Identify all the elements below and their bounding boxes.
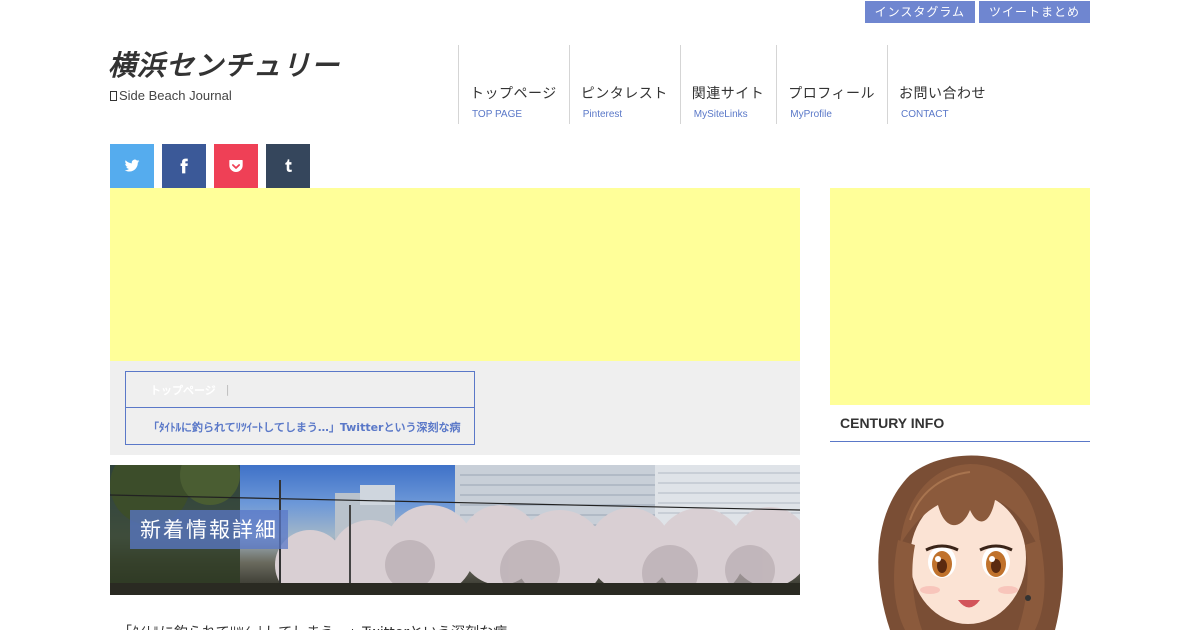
instagram-link[interactable]: インスタグラム bbox=[864, 1, 975, 23]
breadcrumb-current[interactable]: 「ﾀｲﾄﾙに釣られてﾘﾂｲｰﾄしてしまう…」Twitterという深刻な病 bbox=[126, 408, 474, 445]
breadcrumb-separator: | bbox=[225, 383, 230, 396]
facebook-icon bbox=[180, 158, 188, 174]
twitter-share-button[interactable] bbox=[110, 144, 154, 188]
global-nav: トップページ TOP PAGE ピンタレスト Pinterest 関連サイト M… bbox=[458, 45, 998, 124]
nav-item-contact[interactable]: お問い合わせ CONTACT bbox=[886, 45, 998, 124]
nav-item-label: お問い合わせ bbox=[898, 86, 986, 102]
tumblr-share-button[interactable] bbox=[266, 144, 310, 188]
share-buttons bbox=[110, 144, 310, 188]
breadcrumb-area: トップページ | 「ﾀｲﾄﾙに釣られてﾘﾂｲｰﾄしてしまう…」Twitterとい… bbox=[110, 361, 800, 455]
twitter-icon bbox=[124, 159, 140, 172]
nav-item-profile[interactable]: プロフィール MyProfile bbox=[776, 45, 887, 124]
nav-item-sublabel: Pinterest bbox=[582, 109, 623, 120]
nav-item-sublabel: CONTACT bbox=[900, 109, 949, 120]
breadcrumb-home-link[interactable]: トップページ bbox=[150, 382, 216, 398]
profile-avatar-illustration bbox=[850, 450, 1080, 630]
nav-item-sublabel: TOP PAGE bbox=[472, 109, 523, 120]
nav-item-label: プロフィール bbox=[788, 86, 875, 102]
hero-label: 新着情報詳細 bbox=[130, 510, 288, 549]
breadcrumb-row: トップページ | bbox=[126, 372, 474, 408]
nav-item-sublabel: MySiteLinks bbox=[693, 109, 748, 120]
tweet-summary-link[interactable]: ツイートまとめ bbox=[978, 1, 1090, 23]
nav-item-pinterest[interactable]: ピンタレスト Pinterest bbox=[568, 45, 680, 124]
main-ad-placeholder[interactable] bbox=[110, 188, 800, 361]
sidebar-ad-placeholder[interactable] bbox=[830, 188, 1090, 405]
nav-item-label: トップページ bbox=[470, 86, 557, 102]
breadcrumb: トップページ | 「ﾀｲﾄﾙに釣られてﾘﾂｲｰﾄしてしまう…」Twitterとい… bbox=[125, 371, 475, 445]
nav-item-label: 関連サイト bbox=[691, 86, 765, 102]
nav-item-top-page[interactable]: トップページ TOP PAGE bbox=[458, 45, 569, 124]
top-utility-links: インスタグラム ツイートまとめ bbox=[864, 1, 1090, 23]
nav-item-label: ピンタレスト bbox=[580, 86, 668, 102]
facebook-share-button[interactable] bbox=[162, 144, 206, 188]
site-title[interactable]: 横浜センチュリー bbox=[108, 44, 340, 84]
sidebar-heading: CENTURY INFO bbox=[830, 405, 1090, 442]
article-title: 「ﾀｲﾄﾙに釣られてﾘﾂｲｰﾄしてしまう…」Twitterという深刻な病 bbox=[118, 622, 507, 630]
site-subtitle-text: Side Beach Journal bbox=[119, 88, 232, 103]
nav-item-sublabel: MyProfile bbox=[790, 109, 832, 120]
tumblr-icon bbox=[285, 159, 292, 172]
nav-item-related-sites[interactable]: 関連サイト MySiteLinks bbox=[679, 45, 777, 124]
pocket-share-button[interactable] bbox=[214, 144, 258, 188]
site-subtitle: Side Beach Journal bbox=[110, 88, 232, 103]
broken-glyph-icon bbox=[110, 91, 117, 101]
pocket-icon bbox=[229, 160, 243, 172]
hero-banner: 新着情報詳細 bbox=[110, 465, 800, 595]
